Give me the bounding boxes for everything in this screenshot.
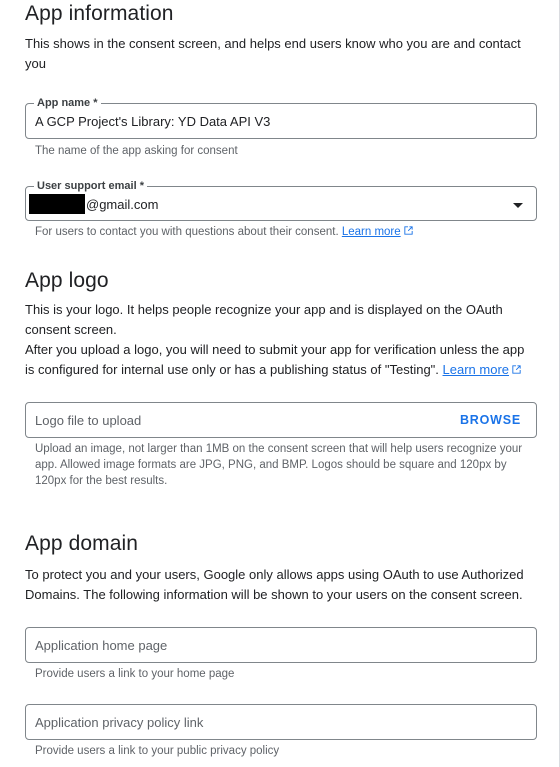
external-link-icon xyxy=(512,365,521,374)
app-logo-description-2: After you upload a logo, you will need t… xyxy=(25,340,535,380)
dropdown-arrow-icon[interactable] xyxy=(513,203,523,208)
app-logo-description-1: This is your logo. It helps people recog… xyxy=(25,302,503,337)
home-page-placeholder: Application home page xyxy=(35,638,168,653)
user-support-email-select[interactable]: User support email * @gmail.com xyxy=(25,179,537,221)
logo-upload-placeholder: Logo file to upload xyxy=(35,413,142,428)
external-link-icon xyxy=(404,226,413,235)
support-email-hint: For users to contact you with questions … xyxy=(35,224,525,240)
app-information-description: This shows in the consent screen, and he… xyxy=(25,36,521,71)
support-email-learn-more-link[interactable]: Learn more xyxy=(342,226,414,238)
support-email-hint-text: For users to contact you with questions … xyxy=(35,226,339,238)
app-name-field[interactable]: App name * A GCP Project's Library: YD D… xyxy=(25,96,537,139)
app-logo-title: App logo xyxy=(25,269,109,292)
logo-upload-field[interactable]: Logo file to upload BROWSE xyxy=(25,402,537,438)
app-logo-learn-more-link[interactable]: Learn more xyxy=(443,362,522,377)
app-name-hint: The name of the app asking for consent xyxy=(35,145,238,157)
privacy-policy-placeholder: Application privacy policy link xyxy=(35,715,204,730)
logo-upload-hint: Upload an image, not larger than 1MB on … xyxy=(35,443,523,487)
app-name-label: App name * xyxy=(34,96,101,110)
app-domain-description: To protect you and your users, Google on… xyxy=(25,567,524,602)
app-domain-title: App domain xyxy=(25,532,139,555)
learn-more-label: Learn more xyxy=(341,226,401,238)
privacy-policy-hint: Provide users a link to your public priv… xyxy=(35,745,280,757)
application-home-page-input[interactable]: Application home page xyxy=(25,627,537,663)
app-information-title: App information xyxy=(25,2,174,25)
home-page-hint: Provide users a link to your home page xyxy=(35,668,235,680)
redacted-block xyxy=(29,194,85,214)
email-domain: @gmail.com xyxy=(86,197,159,212)
browse-button[interactable]: BROWSE xyxy=(460,413,521,427)
app-name-value: A GCP Project's Library: YD Data API V3 xyxy=(35,114,271,129)
user-support-email-label: User support email * xyxy=(34,179,147,193)
user-support-email-value: @gmail.com xyxy=(29,194,158,214)
application-privacy-policy-input[interactable]: Application privacy policy link xyxy=(25,704,537,740)
learn-more-label: Learn more xyxy=(442,362,510,377)
